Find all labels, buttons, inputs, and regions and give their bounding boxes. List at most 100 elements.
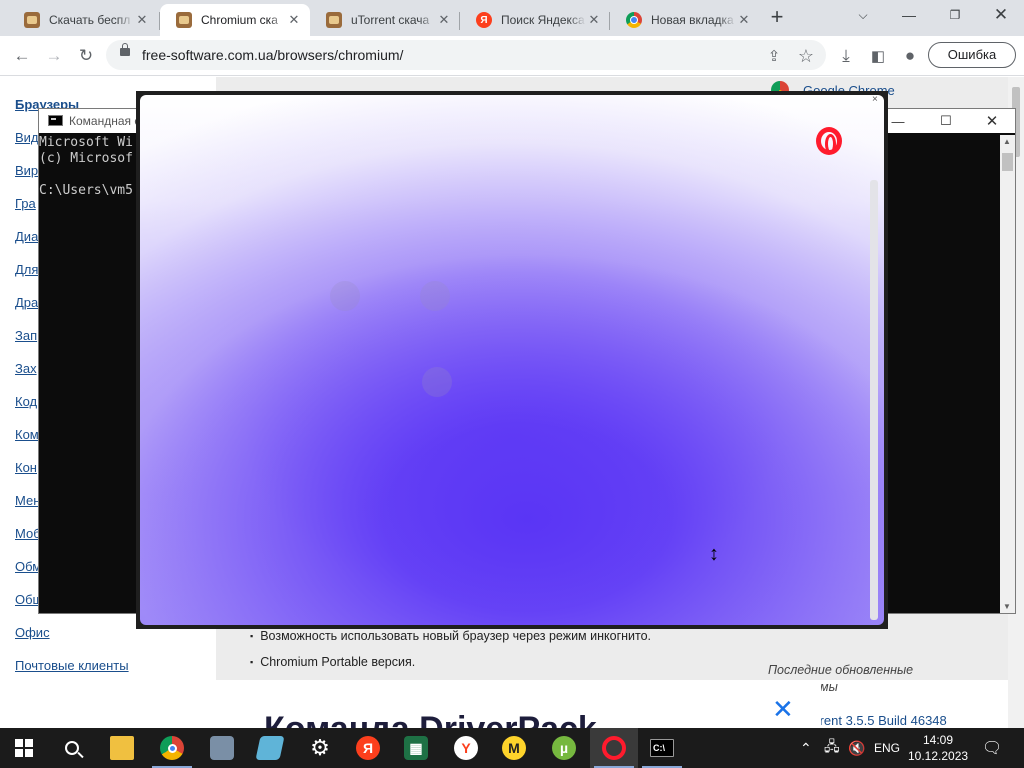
- url-text[interactable]: free-software.com.ua/browsers/chromium/: [142, 47, 403, 63]
- address-bar[interactable]: free-software.com.ua/browsers/chromium/: [106, 40, 826, 70]
- close-window-icon[interactable]: ✕: [978, 0, 1024, 30]
- sidebar-link[interactable]: Диа: [15, 229, 38, 244]
- network-app-icon: [210, 736, 234, 760]
- taskbar: ⚙ Я ▦ Y M µ C:\ ⌃ 🖧 🔇 ENG 14:09 10.12.20…: [0, 728, 1024, 768]
- sidebar-link[interactable]: Зап: [15, 328, 37, 343]
- search-button[interactable]: [48, 728, 96, 768]
- ghost-app-icon: [330, 281, 360, 311]
- scrollbar-thumb[interactable]: [1002, 153, 1013, 171]
- tab-search-icon[interactable]: ⌵: [840, 0, 886, 30]
- ad-banner[interactable]: Команда DriverPack ✕: [216, 680, 821, 728]
- volume-muted-icon[interactable]: 🔇: [848, 728, 865, 768]
- sidebar-link[interactable]: Офис: [15, 625, 50, 640]
- taskbar-utorrent[interactable]: µ: [540, 728, 588, 768]
- scroll-down-icon[interactable]: ▼: [1003, 602, 1011, 611]
- resize-cursor-icon: ↕: [709, 543, 719, 565]
- reload-icon[interactable]: ↻: [72, 42, 100, 70]
- close-tab-icon[interactable]: ✕: [436, 12, 452, 28]
- system-clock[interactable]: 14:09 10.12.2023: [908, 732, 968, 764]
- taskbar-yandex[interactable]: Я: [344, 728, 392, 768]
- sidebar-link[interactable]: Мен: [15, 493, 40, 508]
- tab-2[interactable]: Chromium ска ✕: [160, 4, 310, 36]
- tray-overflow-chevron-icon[interactable]: ⌃: [800, 728, 812, 768]
- tab-5[interactable]: Новая вкладка ✕: [610, 4, 760, 36]
- new-tab-button[interactable]: +: [764, 5, 790, 31]
- opera-icon: [602, 736, 626, 760]
- sidebar-link[interactable]: Код: [15, 394, 37, 409]
- cmd-line: Microsoft Wi: [39, 135, 133, 150]
- sidebar-link[interactable]: Гра: [15, 196, 36, 211]
- sidebar-link[interactable]: Дра: [15, 295, 38, 310]
- taskbar-yandex-browser[interactable]: Y: [442, 728, 490, 768]
- feature-bullet: Chromium Portable версия.: [250, 655, 415, 669]
- side-panel-icon[interactable]: ◧: [864, 42, 892, 70]
- sidebar-link[interactable]: Зах: [15, 361, 37, 376]
- ghost-app-icon: [422, 367, 452, 397]
- close-tab-icon[interactable]: ✕: [736, 12, 752, 28]
- sidebar-link[interactable]: Почтовые клиенты: [15, 658, 129, 673]
- lock-icon[interactable]: [120, 43, 130, 56]
- opera-installer-window[interactable]: [136, 91, 888, 629]
- clock-date: 10.12.2023: [908, 749, 969, 763]
- network-icon[interactable]: 🖧: [824, 728, 840, 768]
- maximize-icon[interactable]: ☐: [923, 111, 969, 131]
- download-icon[interactable]: ⤓: [832, 42, 860, 70]
- scroll-up-icon[interactable]: ▲: [1003, 137, 1011, 146]
- taskbar-explorer[interactable]: [98, 728, 146, 768]
- file-explorer-icon: [110, 736, 134, 760]
- restore-icon[interactable]: ❐: [932, 0, 978, 30]
- share-icon[interactable]: ⇪: [760, 42, 788, 70]
- bookmark-star-icon[interactable]: ☆: [792, 42, 820, 70]
- close-tab-icon[interactable]: ✕: [586, 12, 602, 28]
- back-arrow-icon[interactable]: ←: [8, 42, 36, 70]
- cmd-line: (c) Microsof: [39, 151, 133, 166]
- tab-title: Поиск Яндекса: [501, 13, 585, 27]
- cmd-scrollbar[interactable]: ▲ ▼: [1000, 135, 1015, 613]
- sidebar-link[interactable]: Для: [15, 262, 38, 277]
- taskbar-yandex-market[interactable]: M: [490, 728, 538, 768]
- sidebar-link[interactable]: Вид: [15, 130, 39, 145]
- taskbar-notepad[interactable]: [246, 728, 294, 768]
- tab-title: Chromium ска: [201, 13, 278, 27]
- cmd-title: Командная с: [69, 114, 141, 128]
- forward-arrow-icon[interactable]: →: [40, 42, 68, 70]
- feature-bullet: Возможность использовать новый браузер ч…: [250, 629, 651, 643]
- taskbar-chrome[interactable]: [148, 728, 196, 768]
- notepad-icon: [255, 736, 285, 760]
- sidebar-link[interactable]: Ком: [15, 427, 39, 442]
- opera-close-icon[interactable]: ×: [872, 94, 878, 105]
- tab-1[interactable]: Скачать беспл ✕: [8, 4, 158, 36]
- close-tab-icon[interactable]: ✕: [286, 12, 302, 28]
- yandex-icon: Я: [476, 12, 492, 28]
- yandex-market-icon: M: [502, 736, 526, 760]
- chrome-icon: [626, 12, 642, 28]
- opera-scrollbar[interactable]: [870, 180, 878, 620]
- sidebar-link[interactable]: Моб: [15, 526, 41, 541]
- taskbar-cmd[interactable]: C:\: [638, 728, 686, 768]
- taskbar-network-app[interactable]: [198, 728, 246, 768]
- close-window-icon[interactable]: ✕: [969, 111, 1015, 131]
- browser-toolbar: ← → ↻ free-software.com.ua/browsers/chro…: [0, 36, 1024, 76]
- taskbar-spreadsheet[interactable]: ▦: [392, 728, 440, 768]
- profile-avatar-icon[interactable]: ●: [896, 42, 924, 70]
- opera-logo-icon: [816, 127, 842, 155]
- ad-close-icon[interactable]: ✕: [772, 694, 794, 725]
- tab-title: uTorrent скача: [351, 13, 430, 27]
- ghost-app-icon: [420, 281, 450, 311]
- chrome-icon: [160, 736, 184, 760]
- recent-update-link[interactable]: orrent 3.5.5 Build 46348: [808, 713, 947, 728]
- tab-4[interactable]: Я Поиск Яндекса ✕: [460, 4, 610, 36]
- notifications-icon[interactable]: 🗨: [982, 728, 1002, 768]
- close-tab-icon[interactable]: ✕: [134, 12, 150, 28]
- sidebar-link[interactable]: Вир: [15, 163, 38, 178]
- taskbar-settings[interactable]: ⚙: [296, 728, 344, 768]
- tab-3[interactable]: uTorrent скача ✕: [310, 4, 460, 36]
- minimize-icon[interactable]: —: [886, 0, 932, 30]
- start-button[interactable]: [0, 728, 48, 768]
- tab-title: Скачать беспл: [49, 13, 131, 27]
- cmd-output[interactable]: Microsoft Wi (c) Microsof C:\Users\vm5: [39, 135, 133, 199]
- error-chip-button[interactable]: Ошибка: [928, 42, 1016, 68]
- sidebar-link[interactable]: Кон: [15, 460, 37, 475]
- taskbar-opera[interactable]: [590, 728, 638, 768]
- language-indicator[interactable]: ENG: [874, 728, 900, 768]
